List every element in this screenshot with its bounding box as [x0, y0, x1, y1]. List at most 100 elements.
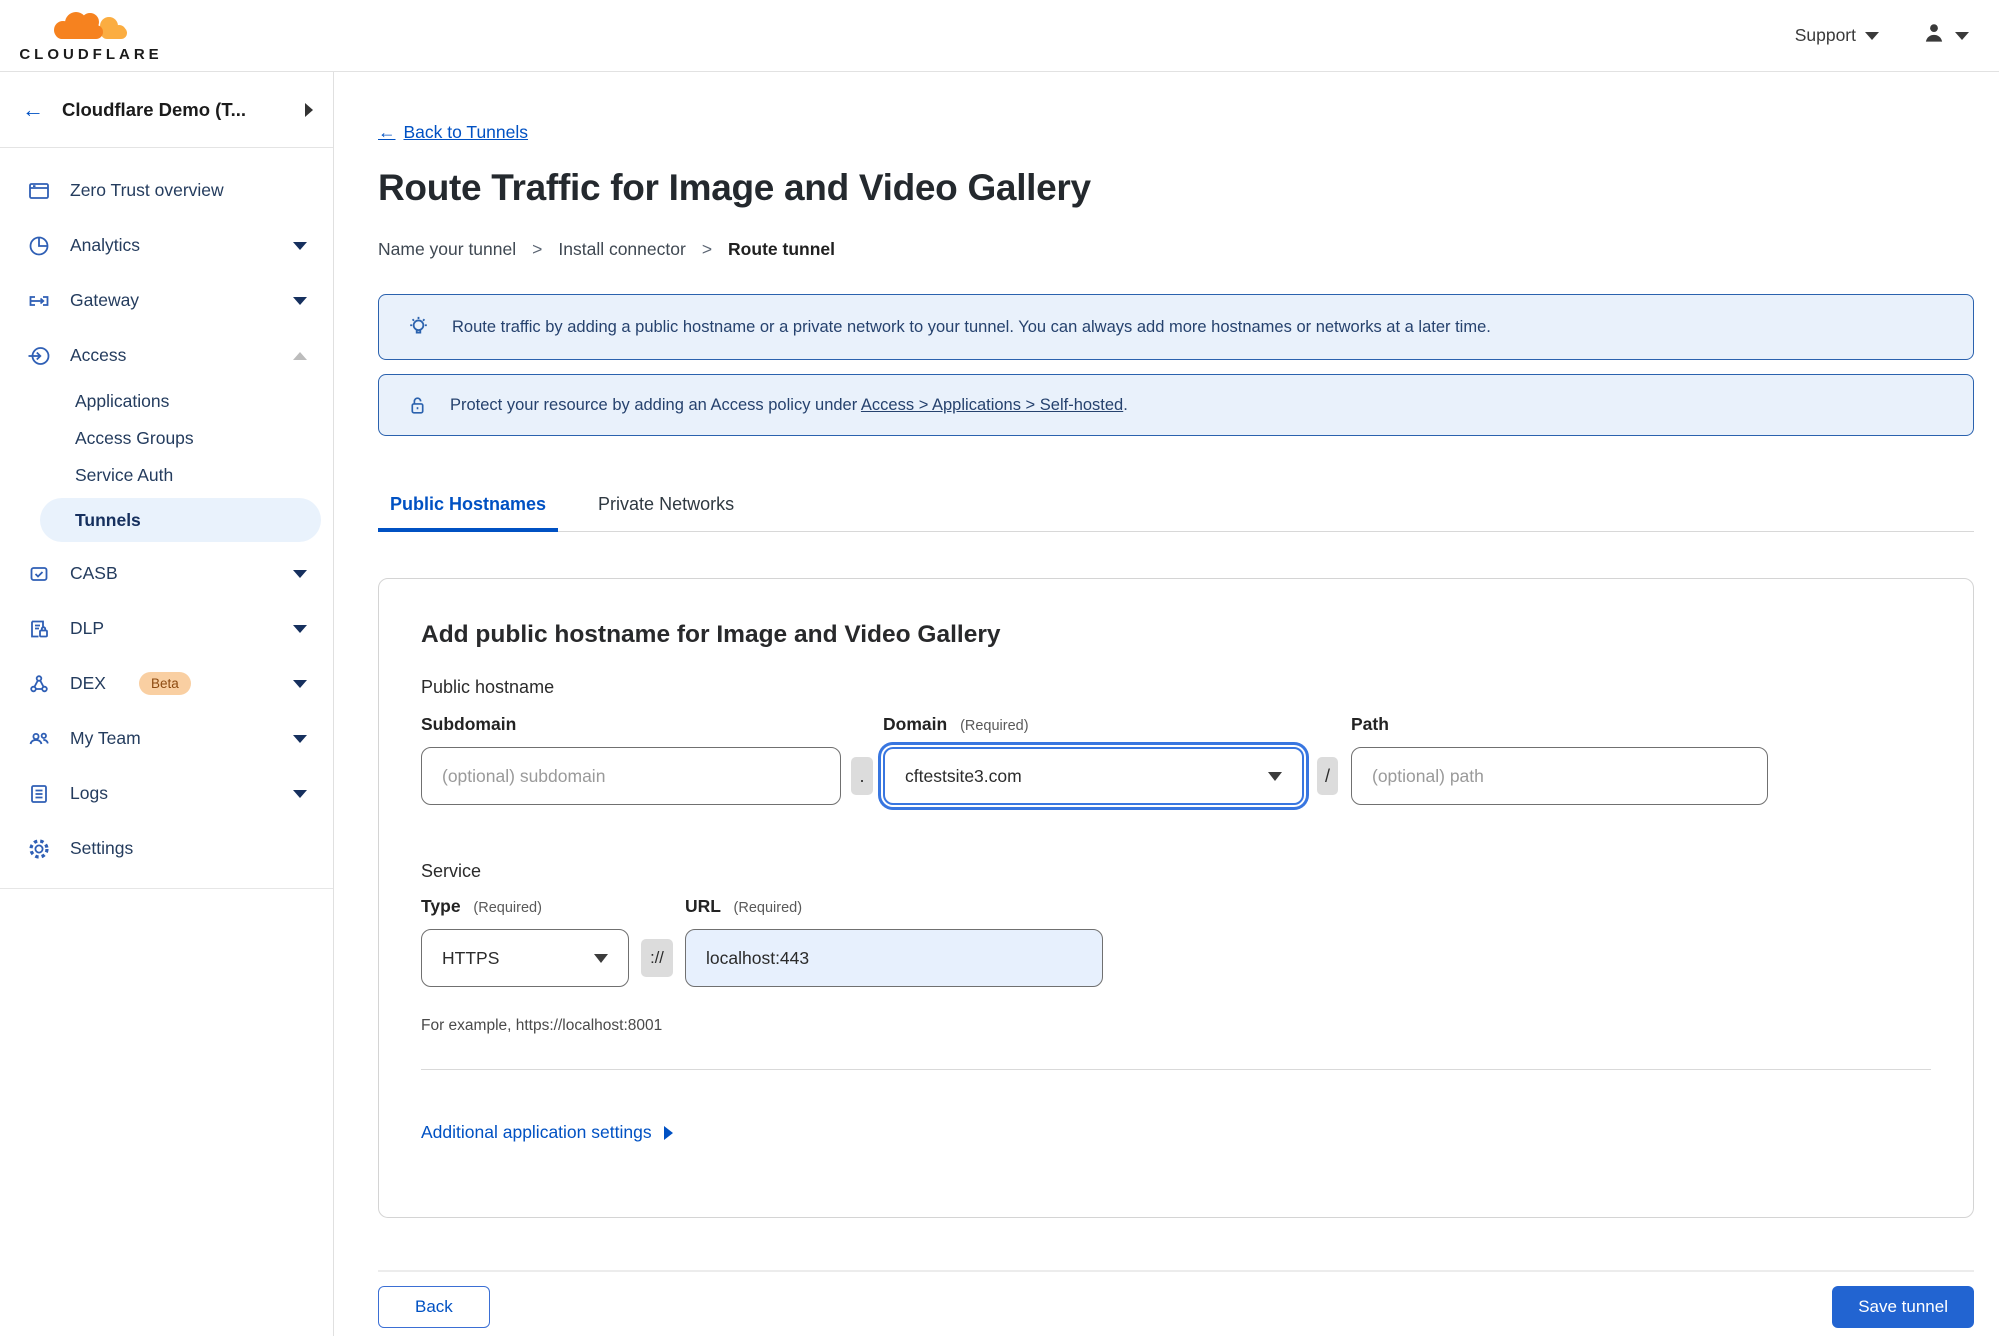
support-menu[interactable]: Support	[1795, 25, 1879, 46]
sidebar-item-label: My Team	[70, 728, 141, 748]
sidebar-item-applications[interactable]: Applications	[0, 383, 333, 420]
service-url-input[interactable]	[685, 929, 1103, 987]
topbar: CLOUDFLARE Support	[0, 0, 1999, 72]
url-example-text: For example, https://localhost:8001	[421, 1017, 663, 1034]
dot-separator: .	[851, 757, 873, 795]
step-name-your-tunnel: Name your tunnel	[378, 239, 517, 259]
card-title: Add public hostname for Image and Video …	[421, 621, 1001, 648]
domain-select[interactable]: cftestsite3.com	[883, 747, 1304, 805]
sidebar-item-label: Settings	[70, 838, 134, 858]
access-icon	[28, 346, 50, 365]
back-link-label: Back to Tunnels	[403, 122, 529, 142]
type-required-label: (Required)	[473, 900, 542, 916]
service-type-select[interactable]: HTTPS	[421, 929, 629, 987]
protect-banner-text: Protect your resource by adding an Acces…	[450, 395, 858, 414]
sidebar-item-zero-trust-overview[interactable]: Zero Trust overview	[0, 163, 333, 218]
chevron-down-icon	[293, 624, 307, 633]
hostname-field-row: Subdomain . Domain (Required) cftestsite…	[421, 714, 1931, 805]
chevron-right-icon[interactable]	[305, 102, 313, 117]
sub-item-label: Access Groups	[75, 428, 194, 448]
lock-icon	[411, 396, 424, 414]
sidebar-item-casb[interactable]: CASB	[0, 546, 333, 601]
footer-divider	[378, 1270, 1974, 1272]
subdomain-input[interactable]	[421, 747, 841, 805]
slash-separator: /	[1317, 757, 1338, 795]
chevron-down-icon	[1268, 771, 1282, 781]
tab-public-hostnames[interactable]: Public Hostnames	[378, 494, 559, 532]
user-menu[interactable]	[1921, 20, 1969, 51]
service-section-label: Service	[421, 861, 482, 881]
cloudflare-logo-text: CLOUDFLARE	[19, 45, 163, 63]
chevron-down-icon	[293, 789, 307, 798]
url-required-label: (Required)	[733, 900, 803, 916]
window-icon	[29, 182, 49, 199]
cloudflare-cloud-icon	[43, 9, 139, 48]
sidebar-item-dlp[interactable]: DLP	[0, 601, 333, 656]
sidebar-item-tunnels[interactable]: Tunnels	[40, 498, 321, 542]
sidebar-item-settings[interactable]: Settings	[0, 821, 333, 876]
pie-chart-icon	[29, 236, 49, 255]
sidebar-item-analytics[interactable]: Analytics	[0, 218, 333, 273]
chevron-down-icon	[293, 679, 307, 688]
tab-private-networks[interactable]: Private Networks	[586, 494, 746, 531]
user-avatar-icon	[1921, 20, 1947, 51]
back-to-tunnels-link[interactable]: ← Back to Tunnels	[378, 122, 528, 143]
account-name: Cloudflare Demo (T...	[62, 98, 246, 120]
scheme-separator: ://	[641, 939, 673, 977]
access-applications-link[interactable]: Access > Applications > Self-hosted	[861, 396, 1123, 414]
service-field-row: Type (Required) HTTPS :// URL (Required)	[421, 896, 1931, 987]
sidebar-item-access[interactable]: Access	[0, 328, 333, 383]
sidebar-item-my-team[interactable]: My Team	[0, 711, 333, 766]
team-icon	[29, 732, 49, 744]
info-banner: Route traffic by adding a public hostnam…	[378, 294, 1974, 360]
sidebar-item-label: Access	[70, 345, 127, 365]
casb-icon	[30, 566, 48, 581]
logs-icon	[31, 784, 47, 803]
chevron-right-icon	[663, 1125, 673, 1140]
dlp-icon	[31, 620, 48, 637]
path-input[interactable]	[1351, 747, 1768, 805]
sidebar-item-dex[interactable]: DEX Beta	[0, 656, 333, 711]
step-separator: >	[701, 239, 713, 259]
sidebar-item-access-groups[interactable]: Access Groups	[0, 420, 333, 457]
path-label: Path	[1351, 714, 1389, 734]
sub-item-label: Applications	[75, 391, 170, 411]
protect-banner-suffix: .	[1123, 395, 1128, 414]
sidebar-item-service-auth[interactable]: Service Auth	[0, 457, 333, 494]
chevron-down-icon	[293, 569, 307, 578]
beta-badge: Beta	[138, 672, 191, 695]
cloudflare-logo[interactable]: CLOUDFLARE	[16, 9, 166, 63]
step-separator: >	[532, 239, 543, 259]
public-hostname-card: Add public hostname for Image and Video …	[378, 578, 1974, 1218]
type-label: Type	[421, 896, 461, 916]
public-hostname-section-label: Public hostname	[421, 677, 555, 697]
sidebar-item-label: DLP	[70, 618, 105, 638]
additional-settings-label: Additional application settings	[421, 1122, 652, 1142]
page-title: Route Traffic for Image and Video Galler…	[378, 167, 1091, 208]
support-label: Support	[1794, 25, 1856, 45]
chevron-down-icon	[1955, 31, 1969, 40]
sidebar-item-logs[interactable]: Logs	[0, 766, 333, 821]
gear-icon	[29, 838, 49, 859]
footer-actions: Back Save tunnel	[378, 1286, 1974, 1328]
tab-bar: Public Hostnames Private Networks	[378, 494, 1974, 532]
sidebar-account-header: ← Cloudflare Demo (T...	[0, 72, 333, 148]
sidebar-item-label: Analytics	[70, 235, 141, 255]
chevron-up-icon	[293, 351, 307, 360]
sub-item-label: Tunnels	[75, 509, 141, 530]
sidebar-item-label: Logs	[70, 783, 108, 803]
back-arrow-icon[interactable]: ←	[22, 98, 44, 121]
save-tunnel-button[interactable]: Save tunnel	[1832, 1286, 1974, 1328]
domain-required-label: (Required)	[960, 718, 1029, 734]
sidebar-item-gateway[interactable]: Gateway	[0, 273, 333, 328]
additional-settings-link[interactable]: Additional application settings	[421, 1122, 673, 1143]
sub-item-label: Service Auth	[75, 465, 174, 485]
dex-icon	[30, 674, 48, 692]
back-arrow-icon: ←	[378, 122, 396, 142]
protect-banner: Protect your resource by adding an Acces…	[378, 374, 1974, 436]
back-button[interactable]: Back	[378, 1286, 490, 1328]
sidebar-item-label: CASB	[70, 563, 118, 583]
chevron-down-icon	[293, 241, 307, 250]
wizard-steps: Name your tunnel > Install connector > R…	[378, 239, 1974, 260]
chevron-down-icon	[293, 296, 307, 305]
